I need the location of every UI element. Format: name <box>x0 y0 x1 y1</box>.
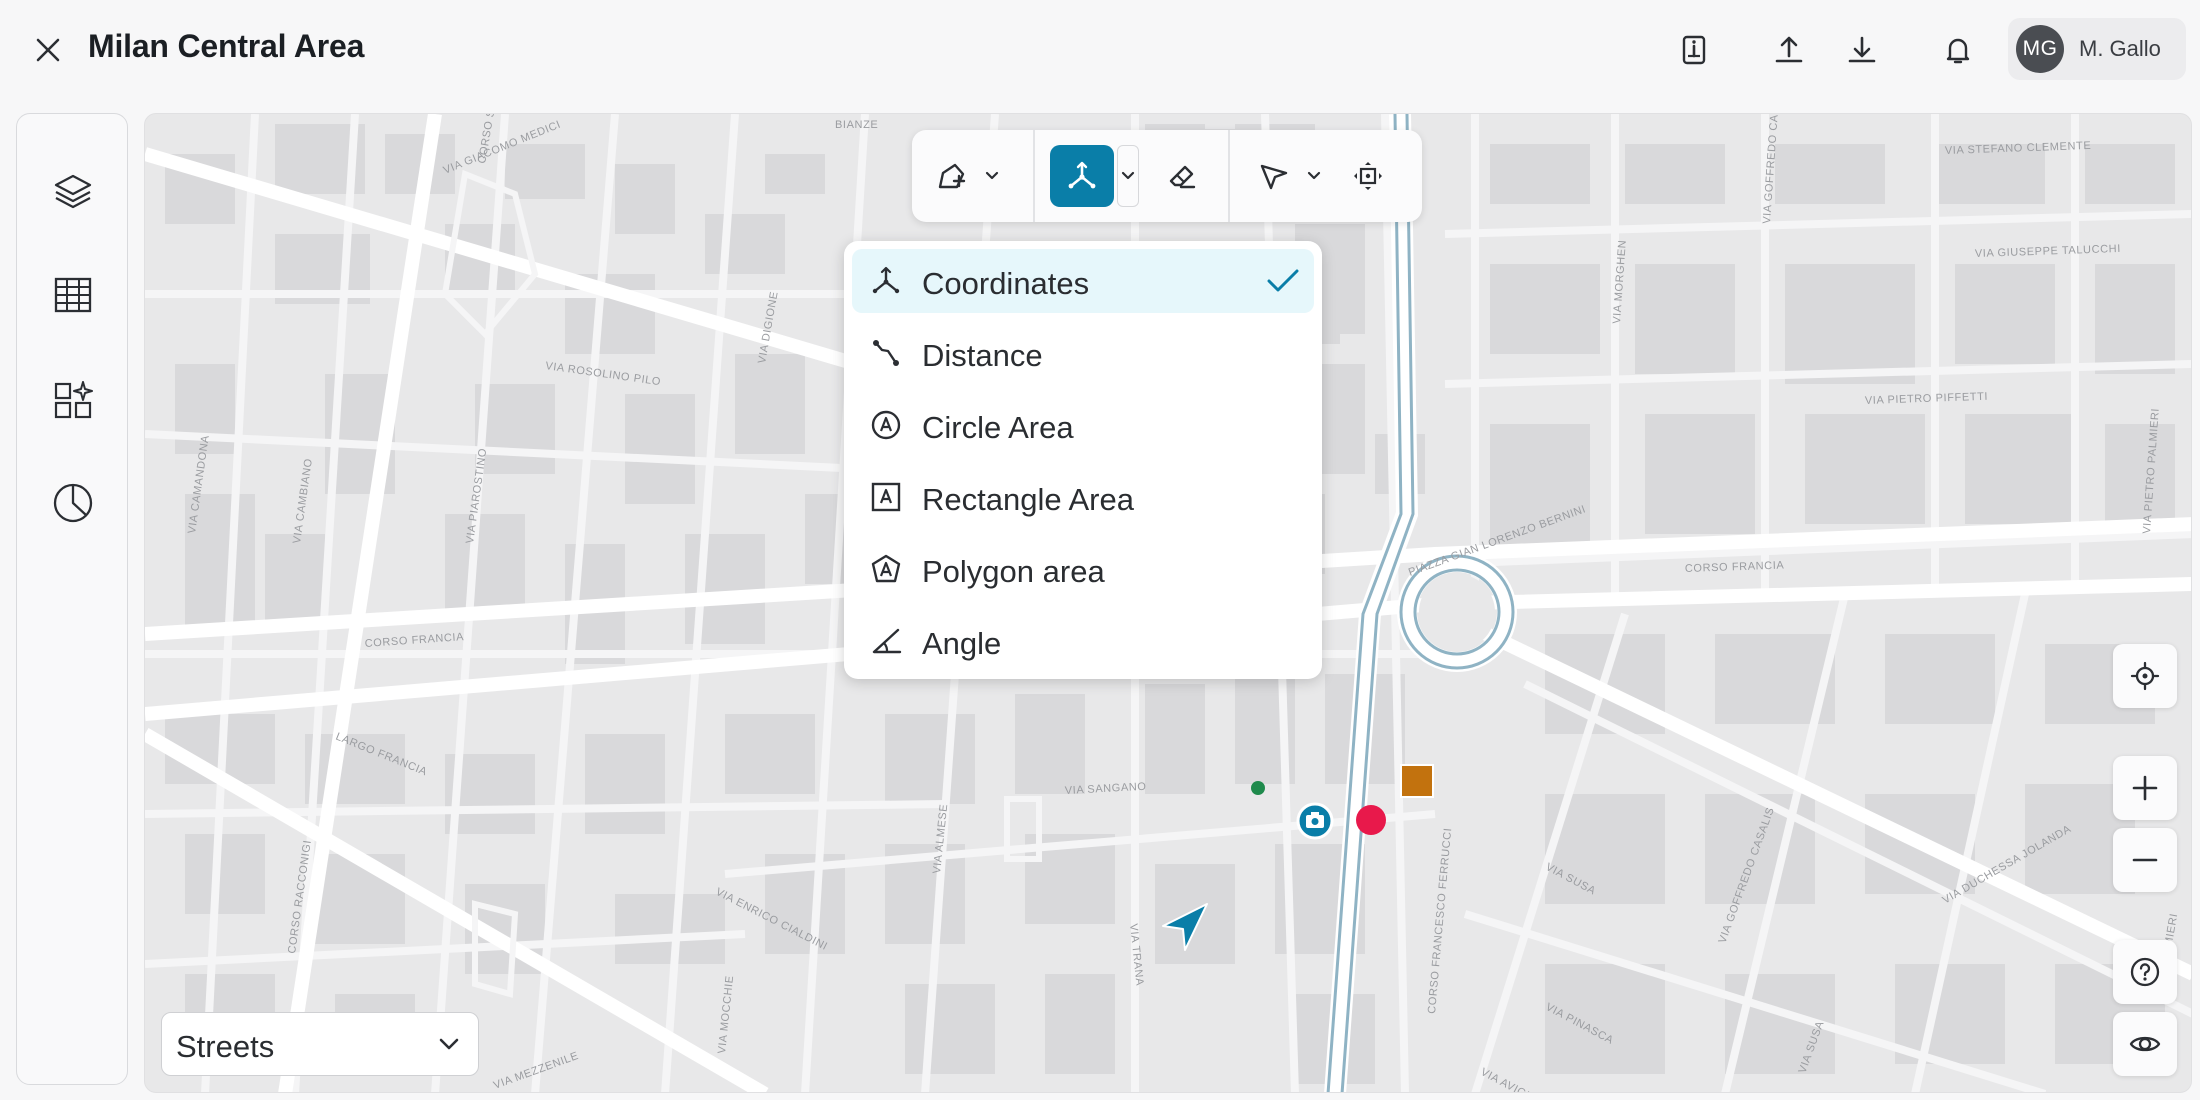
select-options-dropdown[interactable] <box>1302 145 1326 207</box>
eraser-icon <box>1169 165 1196 189</box>
distance-icon <box>870 337 902 369</box>
visibility-icon <box>2129 1036 2161 1052</box>
chevron-down-icon <box>1307 171 1321 180</box>
menu-item-label: Polygon area <box>922 554 1105 589</box>
coordinates-icon <box>870 265 902 297</box>
menu-item-distance[interactable]: Distance <box>852 321 1314 385</box>
info-book-icon <box>1682 35 1706 65</box>
menu-item-label: Circle Area <box>922 410 1074 445</box>
basemap-selected-value: Streets <box>176 1029 275 1064</box>
download-button[interactable] <box>1840 28 1884 72</box>
download-icon <box>1848 36 1876 63</box>
street-label: BIANZE <box>835 119 878 131</box>
zoom-out-button[interactable] <box>2113 828 2177 892</box>
street-label: VIA STEFANO CLEMENTE <box>1945 140 2092 157</box>
sidebar-item-widgets[interactable] <box>47 374 99 426</box>
map-toolbar <box>912 130 1422 222</box>
draw-add-icon <box>938 163 966 189</box>
locate-icon <box>2130 661 2160 691</box>
street-label: CORSO FRANCESCO FERRUCCI <box>1426 827 1454 1014</box>
chevron-down-icon <box>1121 171 1135 180</box>
menu-item-label: Angle <box>922 626 1002 661</box>
menu-item-polygon-area[interactable]: Polygon area <box>852 537 1314 601</box>
notifications-button[interactable] <box>1936 28 1980 72</box>
zoom-in-button[interactable] <box>2113 756 2177 820</box>
measure-button[interactable] <box>1050 145 1114 207</box>
bell-icon <box>1946 38 1970 64</box>
visibility-button[interactable] <box>2113 1012 2177 1076</box>
move-icon <box>1354 162 1382 190</box>
street-label: VIA TRANA <box>1127 923 1145 987</box>
street-label: CORSO FRANCIA <box>1685 560 1785 575</box>
table-icon <box>54 277 92 313</box>
toolbar-divider <box>1033 130 1035 222</box>
camera-marker[interactable] <box>1296 802 1334 840</box>
pan-button[interactable] <box>1346 145 1390 207</box>
upload-button[interactable] <box>1767 28 1811 72</box>
street-label: VIA CAMBIANO <box>291 458 315 545</box>
info-book-button[interactable] <box>1672 28 1716 72</box>
left-sidebar <box>16 113 128 1085</box>
angle-icon <box>870 625 902 657</box>
pie-chart-icon <box>53 483 93 523</box>
toolbar-divider <box>1228 130 1230 222</box>
zoom-in-icon <box>2132 775 2158 801</box>
menu-item-rectangle-area[interactable]: Rectangle Area <box>852 465 1314 529</box>
eraser-button[interactable] <box>1160 145 1204 207</box>
close-button[interactable] <box>28 30 68 70</box>
chevron-down-icon <box>439 1038 459 1050</box>
menu-item-label: Coordinates <box>922 266 1090 301</box>
street-label: CORSO S... <box>476 114 499 165</box>
menu-item-circle-area[interactable]: Circle Area <box>852 393 1314 457</box>
sidebar-item-statistics[interactable] <box>47 477 99 529</box>
measure-options-dropdown[interactable] <box>1117 145 1139 207</box>
street-label: VIA MOCCHIE <box>716 975 736 1055</box>
chevron-down-icon <box>985 171 999 180</box>
select-button[interactable] <box>1252 145 1296 207</box>
layers-icon <box>54 174 92 209</box>
draw-add-button[interactable] <box>932 145 972 207</box>
menu-item-angle[interactable]: Angle <box>852 609 1314 673</box>
measure-coordinates-icon <box>1068 161 1096 189</box>
page-title: Milan Central Area <box>88 28 365 64</box>
close-icon <box>36 38 60 62</box>
select-arrow-icon <box>1260 164 1288 190</box>
street-label: VIA DIGIONE <box>756 290 781 364</box>
upload-icon <box>1775 36 1803 63</box>
basemap-select[interactable]: Streets <box>161 1012 479 1076</box>
street-label: CORSO FRANCIA <box>364 631 464 650</box>
street-label: VIA ROSOLINO PILO <box>545 360 662 388</box>
polygon-area-icon <box>870 553 902 585</box>
menu-item-label: Distance <box>922 338 1043 373</box>
zoom-out-icon <box>2132 858 2158 862</box>
check-icon <box>1267 269 1299 292</box>
measure-menu: Coordinates Distance Circle Area Rectang… <box>844 241 1322 679</box>
help-button[interactable] <box>2113 940 2177 1004</box>
rectangle-area-icon <box>870 481 902 513</box>
app-header: Milan Central Area MG M. Gallo <box>0 0 2200 98</box>
help-icon <box>2130 957 2160 987</box>
green-dot-marker[interactable] <box>1251 781 1265 795</box>
user-menu[interactable]: MG M. Gallo <box>2008 18 2186 80</box>
locate-button[interactable] <box>2113 644 2177 708</box>
draw-options-dropdown[interactable] <box>980 145 1004 207</box>
street-label: VIA PIETRO PIFFETTI <box>1865 391 1989 407</box>
red-circle-marker[interactable] <box>1356 805 1386 835</box>
street-label: VIA GIUSEPPE TALUCCHI <box>1975 243 2121 260</box>
sidebar-item-layers[interactable] <box>47 166 99 218</box>
sidebar-item-table[interactable] <box>47 269 99 321</box>
user-name: M. Gallo <box>2079 36 2161 61</box>
menu-item-label: Rectangle Area <box>922 482 1134 517</box>
orange-square-marker[interactable] <box>1400 764 1434 798</box>
avatar: MG <box>2016 25 2064 73</box>
circle-area-icon <box>870 409 902 441</box>
widgets-icon <box>54 381 93 419</box>
menu-item-coordinates[interactable]: Coordinates <box>852 249 1314 313</box>
